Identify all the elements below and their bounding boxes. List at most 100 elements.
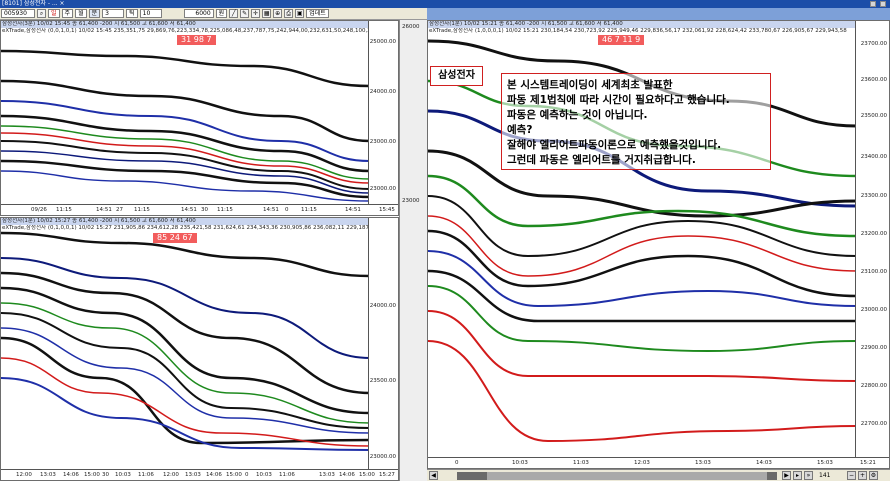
x-tick: 12:03	[634, 460, 650, 466]
zoom-icon[interactable]: ⊕	[273, 9, 283, 18]
x-time: 15:45	[379, 207, 395, 213]
x-tick: 11:15	[56, 207, 72, 213]
y-tick: 23100.00	[860, 269, 887, 275]
play-icon[interactable]: ▸	[793, 471, 802, 480]
amount-input[interactable]: 6000	[183, 9, 214, 18]
annotation-line: 본 시스템트레이딩이 세계최초 발표한	[507, 79, 673, 91]
wave-lines	[1, 49, 371, 202]
x-tick: 10:03	[256, 472, 272, 478]
y-tick: 23500.00	[369, 378, 396, 384]
minimize-button[interactable]	[870, 1, 876, 7]
y-tick: 23000.00	[369, 454, 396, 460]
panel-header: 삼성전자(1분) 10/02 15:27 종 61,400 -200 시 61,…	[1, 218, 398, 225]
x-tick: 14:51	[181, 207, 197, 213]
period-month-button[interactable]: 월	[75, 9, 87, 18]
wave-line	[428, 340, 858, 443]
x-tick: 11:15	[134, 207, 150, 213]
x-tick: 15:00	[359, 472, 375, 478]
period-minute-button[interactable]: 분	[88, 9, 101, 18]
mini-tick: 26000	[402, 24, 420, 30]
x-tick: 0	[455, 460, 459, 466]
unit-label: 원	[215, 9, 228, 18]
y-tick: 23400.00	[860, 154, 887, 160]
chart-panel-bottom-left[interactable]: 삼성전자(1분) 10/02 15:27 종 61,400 -200 시 61,…	[0, 217, 399, 481]
zoom-in-icon[interactable]: +	[858, 471, 867, 480]
window-title: [8101] 삼성전자 - ... ×	[2, 0, 65, 7]
y-axis: 25000.00 24000.00 23000.00 23000.00	[368, 21, 398, 204]
x-tick: 09/26	[31, 207, 47, 213]
x-tick: 14:03	[756, 460, 772, 466]
x-axis: 0 10:03 11:03 12:03 13:03 14:03 15:03 15…	[428, 457, 889, 468]
x-tick: 13:03	[695, 460, 711, 466]
stock-name-tag: 삼성전자	[430, 66, 483, 86]
x-axis: 09/26 11:15 14:51 27 11:15 14:51 30 11:1…	[1, 204, 398, 215]
scroll-right-icon[interactable]: ▶	[782, 471, 791, 480]
scroll-thumb[interactable]	[487, 472, 767, 480]
panel-subheader: eXTrade,삼성전자 (0,1,0,0,1) 10/02 15:27 231…	[2, 225, 378, 231]
panel-header: 삼성전자(3분) 10/02 15:45 종 61,400 -200 시 61,…	[1, 21, 398, 28]
wave-line	[1, 312, 371, 429]
crosshair-icon[interactable]: ✛	[251, 9, 261, 18]
x-tick: 11:15	[217, 207, 233, 213]
wave-line	[1, 327, 371, 434]
panel-header: 삼성전자(1분) 10/02 15:21 종 61,400 -200 시 61,…	[428, 21, 889, 28]
x-time: 15:27	[379, 472, 395, 478]
chart-scrollbar[interactable]: ◀ ▶ ▸ » 141 − + ⚙	[427, 469, 890, 481]
y-axis: 23700.00 23600.00 23500.00 23400.00 2330…	[855, 21, 889, 457]
wave-lines	[1, 231, 371, 451]
wave-line	[1, 49, 371, 88]
x-tick: 11:03	[573, 460, 589, 466]
wave-line	[1, 100, 371, 162]
save-icon[interactable]: ▣	[295, 9, 305, 18]
x-tick: 12:00	[163, 472, 179, 478]
draw-pen-icon[interactable]: ✎	[240, 9, 250, 18]
print-icon[interactable]: ⎙	[284, 9, 294, 18]
stock-code-input[interactable]: 005930	[1, 9, 35, 18]
settings-icon[interactable]: ⚙	[869, 471, 878, 480]
scroll-left-icon[interactable]: ◀	[429, 471, 438, 480]
y-axis: 24000.00 23500.00 23000.00	[368, 218, 398, 469]
indicator-badge: 46 7 11 9	[598, 35, 645, 45]
x-axis: 12:00 13:03 14:06 15:00 30 10:03 11:06 1…	[1, 469, 398, 480]
period-week-button[interactable]: 주	[61, 9, 74, 18]
panel-subheader: eXTrade,삼성전자 (1,0,0,0,1) 10/02 15:21 230…	[429, 28, 847, 34]
minute-interval-select[interactable]: 3	[102, 9, 125, 18]
x-tick: 13:03	[40, 472, 56, 478]
title-bar: [8101] 삼성전자 - ... ×	[0, 0, 890, 8]
x-tick: 10:03	[115, 472, 131, 478]
y-tick: 23500.00	[860, 113, 887, 119]
x-tick: 27	[116, 207, 123, 213]
fast-forward-icon[interactable]: »	[804, 471, 813, 480]
x-tick: 13:03	[185, 472, 201, 478]
x-tick: 14:06	[339, 472, 355, 478]
y-tick: 23700.00	[860, 41, 887, 47]
period-tick-button[interactable]: 틱	[126, 9, 138, 18]
chart-panel-top-left[interactable]: 삼성전자(3분) 10/02 15:45 종 61,400 -200 시 61,…	[0, 20, 399, 216]
wave-line	[1, 257, 371, 359]
x-tick: 14:51	[96, 207, 112, 213]
y-tick: 23200.00	[860, 231, 887, 237]
x-tick: 30	[201, 207, 208, 213]
x-tick: 10:03	[512, 460, 528, 466]
y-tick: 24000.00	[369, 303, 396, 309]
panel-subheader: eXTrade,삼성전자 (0,0,1,0,1) 10/02 15:45 235…	[2, 28, 398, 34]
chart-toolbar: 005930 ⌕ 일 주 월 분 3 틱 10 6000 원 ╱ ✎ ✛ ▦ ⊕…	[0, 8, 427, 20]
annotation-line: 파동은 예측하는 것이 아닙니다.	[507, 109, 648, 121]
annotation-box: 본 시스템트레이딩이 세계최초 발표한 파동 제1법칙에 따라 시간이 필요하다…	[501, 73, 771, 170]
update-button[interactable]: 업데트	[306, 9, 329, 18]
annotation-line: 잘해야 엘리어트파동이론으로 예측했을것입니다.	[507, 139, 722, 151]
x-tick: 0	[285, 207, 289, 213]
search-icon[interactable]: ⌕	[37, 9, 46, 18]
y-tick: 23000.00	[369, 186, 396, 192]
x-tick: 11:06	[138, 472, 154, 478]
grid-icon[interactable]: ▦	[262, 9, 272, 18]
toolbar-strip	[427, 8, 890, 20]
close-button[interactable]	[880, 1, 886, 7]
tick-interval-select[interactable]: 10	[139, 9, 162, 18]
zoom-out-icon[interactable]: −	[847, 471, 856, 480]
wave-line	[428, 195, 858, 258]
period-day-button[interactable]: 일	[48, 9, 60, 18]
y-tick: 23000.00	[860, 307, 887, 313]
annotation-line: 그런데 파동은 엘리어트를 거지취급합니다.	[507, 154, 696, 166]
draw-line-icon[interactable]: ╱	[229, 9, 239, 18]
